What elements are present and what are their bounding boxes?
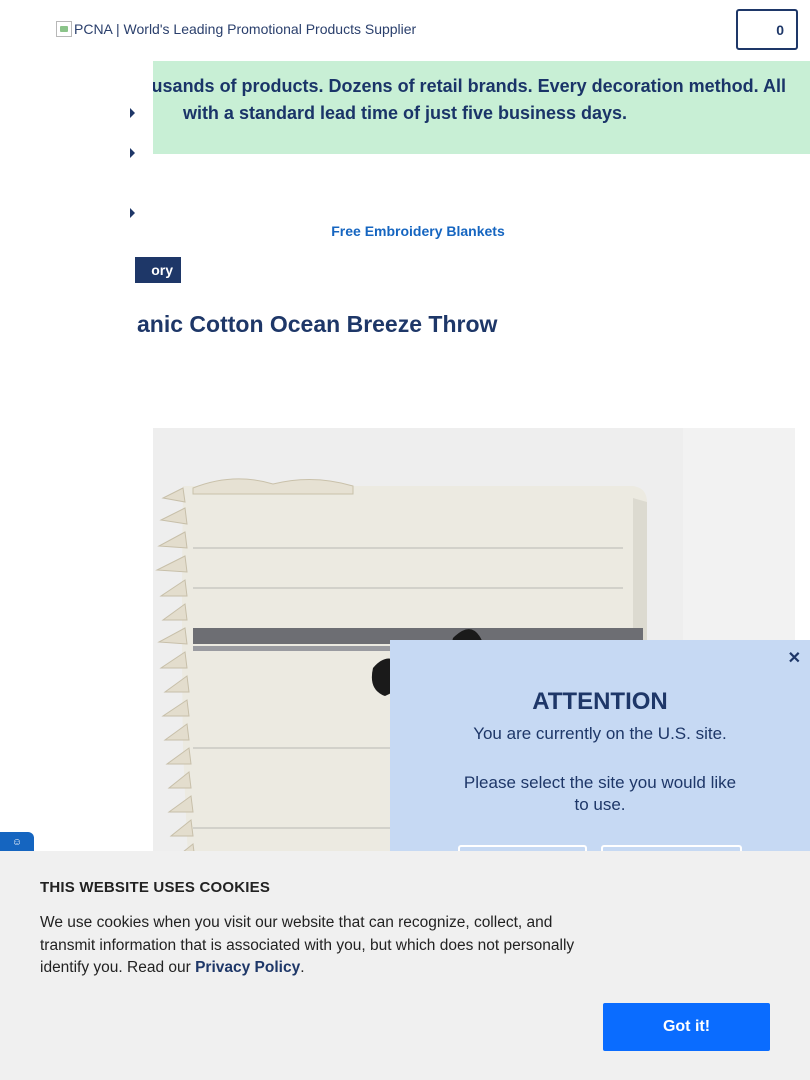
logo-alt-text: PCNA | World's Leading Promotional Produ… xyxy=(74,21,417,37)
cart-count: 0 xyxy=(776,22,784,38)
cookie-period: . xyxy=(300,959,305,976)
cart-button[interactable]: 0 xyxy=(736,9,798,50)
cookie-body: We use cookies when you visit our websit… xyxy=(40,912,610,980)
broken-image-icon xyxy=(56,21,72,37)
site-header: PCNA | World's Leading Promotional Produ… xyxy=(0,0,810,61)
modal-current-site-text: You are currently on the U.S. site. xyxy=(473,724,727,743)
product-title-text: anic Cotton Ocean Breeze Throw xyxy=(137,311,498,337)
modal-heading: ATTENTION xyxy=(532,688,668,715)
cookie-title: THIS WEBSITE USES COOKIES xyxy=(40,879,271,896)
caret-right-icon[interactable] xyxy=(130,108,135,118)
accept-cookies-button[interactable]: Got it! xyxy=(603,1003,770,1051)
close-icon[interactable]: ✕ xyxy=(788,648,801,668)
site-select-modal: ✕ ATTENTION You are currently on the U.S… xyxy=(390,640,810,870)
caret-right-icon[interactable] xyxy=(130,148,135,158)
modal-select-site-text: Please select the site you would like to… xyxy=(463,773,737,814)
cookie-banner: THIS WEBSITE USES COOKIES We use cookies… xyxy=(0,851,810,1080)
privacy-policy-link[interactable]: Privacy Policy xyxy=(195,959,300,976)
free-embroidery-link[interactable]: Free Embroidery Blankets xyxy=(0,223,810,239)
site-logo[interactable]: PCNA | World's Leading Promotional Produ… xyxy=(56,21,416,37)
category-nav-panel xyxy=(0,61,153,601)
category-tag[interactable]: ory xyxy=(135,257,181,283)
caret-right-icon[interactable] xyxy=(130,208,135,218)
cookie-body-text: We use cookies when you visit our websit… xyxy=(40,914,575,976)
